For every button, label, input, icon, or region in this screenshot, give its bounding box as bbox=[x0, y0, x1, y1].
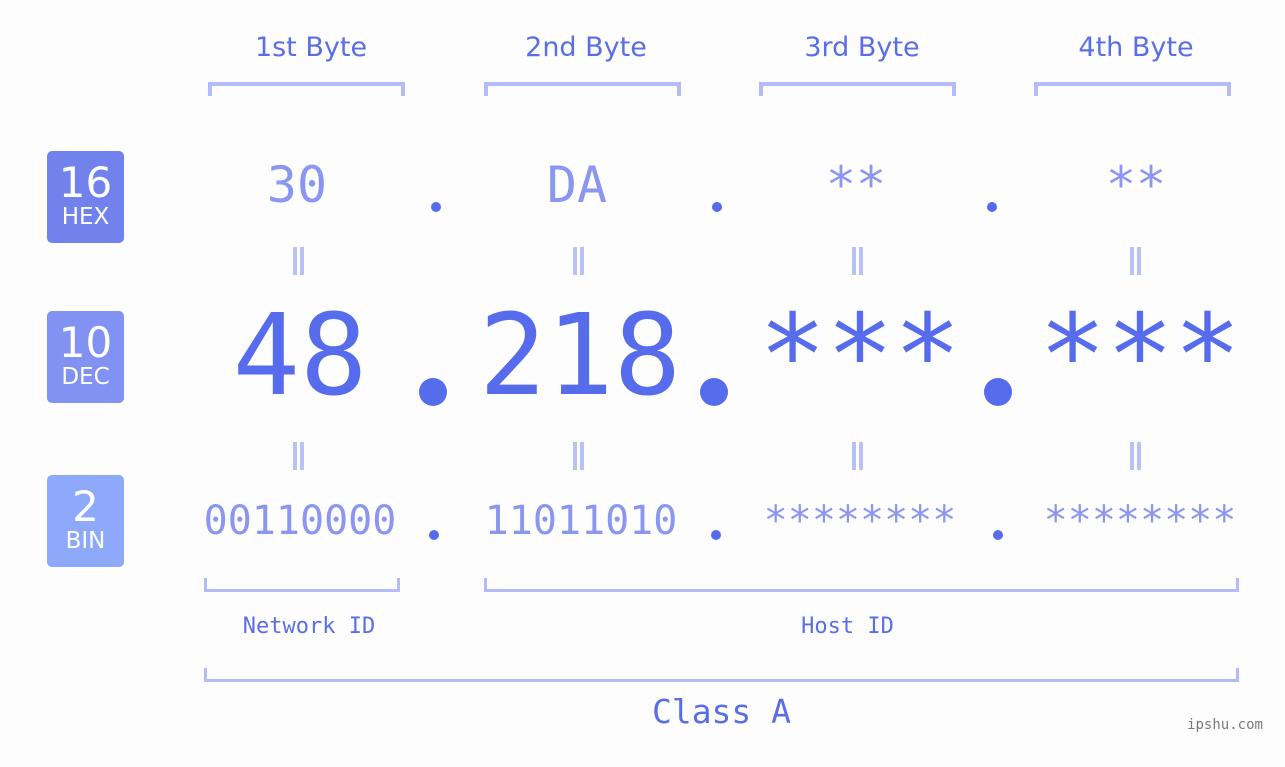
hex-byte-1: 30 bbox=[266, 156, 328, 214]
dec-badge-label: DEC bbox=[61, 364, 110, 390]
class-bracket bbox=[204, 668, 1239, 682]
bin-separator-dot bbox=[429, 530, 439, 540]
bin-byte-2: 11011010 bbox=[484, 498, 678, 544]
hex-badge-label: HEX bbox=[61, 204, 110, 230]
hex-byte-3: ** bbox=[825, 156, 887, 214]
watermark: ipshu.com bbox=[1187, 717, 1263, 733]
equals-icon bbox=[291, 442, 305, 470]
equals-icon bbox=[291, 247, 305, 275]
bin-byte-1: 00110000 bbox=[203, 498, 397, 544]
byte-header-2: 2nd Byte bbox=[525, 32, 647, 63]
dec-byte-2: 218 bbox=[478, 291, 682, 421]
byte-bracket-2 bbox=[484, 82, 681, 96]
byte-bracket-1 bbox=[208, 82, 405, 96]
hex-separator-dot bbox=[431, 202, 441, 212]
network-id-bracket bbox=[204, 578, 400, 592]
hex-byte-2: DA bbox=[546, 156, 608, 214]
dec-badge-number: 10 bbox=[58, 318, 113, 367]
hex-badge: 16 HEX bbox=[47, 151, 124, 243]
hex-badge-number: 16 bbox=[58, 158, 113, 207]
equals-icon bbox=[571, 442, 585, 470]
dec-separator-dot bbox=[419, 378, 447, 406]
dec-separator-dot bbox=[984, 378, 1012, 406]
dec-byte-1: 48 bbox=[232, 291, 368, 421]
bin-separator-dot bbox=[711, 530, 721, 540]
host-id-bracket bbox=[484, 578, 1239, 592]
hex-separator-dot bbox=[987, 202, 997, 212]
byte-header-1: 1st Byte bbox=[254, 32, 368, 63]
class-label: Class A bbox=[651, 692, 792, 731]
dec-byte-4: *** bbox=[1038, 291, 1242, 421]
equals-icon bbox=[850, 247, 864, 275]
bin-badge-number: 2 bbox=[72, 482, 99, 531]
byte-bracket-4 bbox=[1034, 82, 1231, 96]
byte-bracket-3 bbox=[759, 82, 956, 96]
host-id-label: Host ID bbox=[801, 614, 894, 639]
bin-separator-dot bbox=[993, 530, 1003, 540]
bin-badge: 2 BIN bbox=[47, 475, 124, 567]
bin-byte-4: ******** bbox=[1043, 498, 1237, 544]
bin-byte-3: ******** bbox=[763, 498, 957, 544]
dec-byte-3: *** bbox=[758, 291, 962, 421]
equals-icon bbox=[1128, 442, 1142, 470]
byte-header-4: 4th Byte bbox=[1078, 32, 1194, 63]
dec-badge: 10 DEC bbox=[47, 311, 124, 403]
equals-icon bbox=[571, 247, 585, 275]
network-id-label: Network ID bbox=[242, 614, 376, 639]
bin-badge-label: BIN bbox=[65, 528, 106, 554]
hex-separator-dot bbox=[712, 202, 722, 212]
equals-icon bbox=[1128, 247, 1142, 275]
byte-header-3: 3rd Byte bbox=[804, 32, 920, 63]
hex-byte-4: ** bbox=[1105, 156, 1167, 214]
equals-icon bbox=[850, 442, 864, 470]
dec-separator-dot bbox=[700, 378, 728, 406]
